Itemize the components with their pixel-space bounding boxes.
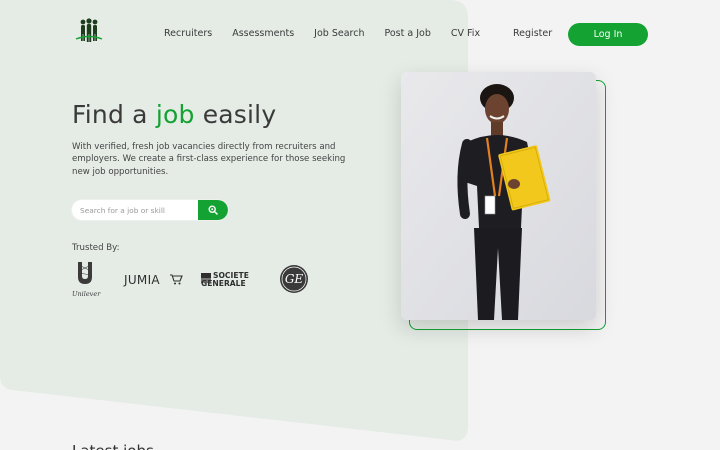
hero-subtitle: With verified, fresh job vacancies direc… [72, 142, 346, 177]
ge-wordmark: GE [285, 272, 304, 286]
nav-item-post-a-job[interactable]: Post a Job [384, 28, 430, 39]
generale-wordmark: GENERALE [201, 279, 246, 288]
hero-background [0, 0, 468, 441]
societe-generale-logo: SOCIETE GENERALE [201, 271, 249, 288]
hero-title-suffix: easily [194, 100, 277, 129]
unilever-wordmark: Unilever [72, 290, 101, 298]
jumia-logo: JUMIA [123, 273, 183, 287]
jumia-wordmark: JUMIA [123, 273, 160, 287]
unilever-logo: Unilever [72, 262, 101, 298]
cart-icon [170, 274, 183, 282]
register-link[interactable]: Register [513, 28, 552, 39]
hero-title-prefix: Find a [72, 100, 156, 129]
search-icon [208, 205, 218, 215]
nav-item-recruiters[interactable]: Recruiters [164, 28, 212, 39]
nav-item-cv-fix[interactable]: CV Fix [451, 28, 480, 39]
nav-item-job-search[interactable]: Job Search [314, 28, 364, 39]
nav-item-assessments[interactable]: Assessments [232, 28, 294, 39]
main-nav: Recruiters Assessments Job Search Post a… [164, 28, 500, 39]
latest-jobs-heading: Latest jobs [72, 442, 154, 450]
site-logo[interactable] [74, 17, 104, 45]
trusted-by-label: Trusted By: [72, 243, 120, 253]
hero-title-accent: job [155, 100, 195, 129]
job-search-bar [72, 200, 228, 220]
ge-logo: GE [280, 265, 308, 293]
partner-logos: Unilever JUMIA SOCIETE GENERALE GE [72, 262, 308, 298]
hero-title: Find a job easily [72, 100, 276, 129]
hero-photo [401, 72, 596, 320]
search-button[interactable] [198, 200, 228, 220]
job-search-input[interactable] [72, 200, 198, 220]
login-button[interactable]: Log In [568, 23, 648, 46]
